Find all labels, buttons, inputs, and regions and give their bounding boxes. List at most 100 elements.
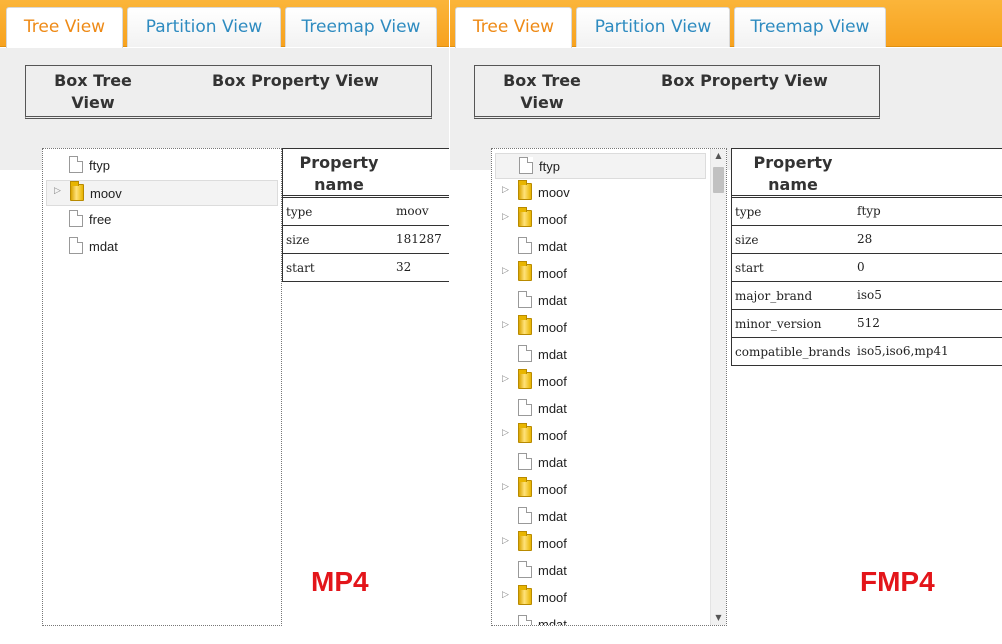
file-icon: [518, 507, 532, 524]
tree-node-moof[interactable]: ▷ moof: [495, 477, 706, 503]
file-icon: [518, 291, 532, 308]
mp4-caption: MP4: [311, 566, 369, 597]
folder-icon: [518, 369, 532, 389]
expand-arrow-icon[interactable]: ▷: [502, 482, 509, 492]
property-value: 32: [396, 260, 412, 274]
tree-node-free[interactable]: free: [46, 207, 278, 233]
box-tree-view-title-line-1: Box Tree: [54, 71, 132, 90]
file-icon: [518, 561, 532, 578]
tab-tree-view[interactable]: Tree View: [455, 7, 572, 48]
tree-node-moof[interactable]: ▷ moof: [495, 315, 706, 341]
tree-node-moof[interactable]: ▷ moof: [495, 207, 706, 233]
property-value: moov: [396, 204, 429, 218]
tree-node-mdat[interactable]: mdat: [495, 234, 706, 260]
expand-arrow-icon[interactable]: ▷: [502, 590, 509, 600]
property-rows: type ftyp size 28 start 0 major_brand iso5 minor…: [732, 198, 1002, 366]
tree-node-moof[interactable]: ▷ moof: [495, 423, 706, 449]
property-name-header: Property name: [283, 149, 449, 198]
property-row: type ftyp: [732, 198, 1002, 226]
folder-icon: [518, 585, 532, 605]
tree-node-mdat[interactable]: mdat: [46, 234, 278, 260]
expand-arrow-icon[interactable]: ▷: [502, 212, 509, 222]
tree-node-label: moof: [538, 536, 567, 551]
box-tree: ▲ ▼ ftyp ▷ moov ▷ moof mdat ▷ moof mdat ▷ moof mdat…: [491, 148, 727, 626]
tree-node-mdat[interactable]: mdat: [495, 288, 706, 314]
tree-node-label: mdat: [538, 617, 567, 626]
scroll-down-arrow-icon[interactable]: ▼: [711, 611, 726, 625]
expand-arrow-icon[interactable]: ▷: [54, 186, 61, 196]
scrollbar-thumb[interactable]: [713, 167, 724, 193]
tree-node-label: moof: [538, 320, 567, 335]
tree-node-label: moof: [538, 266, 567, 281]
tree-node-moov[interactable]: ▷ moov: [495, 180, 706, 206]
property-header-line-1: Property: [753, 153, 833, 172]
property-key: major_brand: [735, 289, 813, 303]
expand-arrow-icon[interactable]: ▷: [502, 266, 509, 276]
expand-arrow-icon[interactable]: ▷: [502, 185, 509, 195]
expand-arrow-icon[interactable]: ▷: [502, 320, 509, 330]
file-icon: [69, 156, 83, 173]
file-icon: [518, 615, 532, 625]
tree-node-mdat[interactable]: mdat: [495, 396, 706, 422]
box-tree-view-title-line-2: View: [71, 93, 115, 112]
box-tree-view-title-line-1: Box Tree: [503, 71, 581, 90]
property-table: Property name type moov size 181287 start 32: [282, 148, 449, 282]
property-value: iso5: [857, 288, 882, 302]
tree-node-label: free: [89, 212, 112, 227]
property-table: Property name type ftyp size 28 start 0 major_…: [731, 148, 1002, 366]
property-row: start 0: [732, 254, 1002, 282]
fmp4-panel: Tree View Partition View Treemap View Bo…: [450, 0, 1002, 644]
property-row: minor_version 512: [732, 310, 1002, 338]
scroll-up-arrow-icon[interactable]: ▲: [711, 149, 726, 163]
view-header-table: Box Tree View Box Property View: [25, 65, 432, 119]
tree-node-label: mdat: [538, 563, 567, 578]
file-icon: [69, 237, 83, 254]
property-key: size: [735, 233, 759, 247]
tree-node-label: mdat: [538, 347, 567, 362]
tree-node-label: mdat: [538, 239, 567, 254]
folder-icon: [518, 423, 532, 443]
tab-treemap-view[interactable]: Treemap View: [285, 7, 437, 47]
tree-node-mdat[interactable]: mdat: [495, 342, 706, 368]
mp4-panel: Tree View Partition View Treemap View Bo…: [0, 0, 449, 644]
tree-node-moof[interactable]: ▷ moof: [495, 531, 706, 557]
property-rows: type moov size 181287 start 32: [283, 198, 449, 282]
file-icon: [519, 157, 533, 174]
expand-arrow-icon[interactable]: ▷: [502, 428, 509, 438]
tree-node-label: moof: [538, 428, 567, 443]
expand-arrow-icon[interactable]: ▷: [502, 374, 509, 384]
tree-node-ftyp[interactable]: ftyp: [495, 153, 706, 179]
tree-node-moof[interactable]: ▷ moof: [495, 585, 706, 611]
property-key: compatible_brands: [735, 345, 851, 359]
tab-partition-view[interactable]: Partition View: [127, 7, 281, 47]
property-key: size: [286, 233, 310, 247]
tree-node-label: moof: [538, 212, 567, 227]
tree-scrollbar[interactable]: ▲ ▼: [710, 149, 726, 625]
tree-node-mdat[interactable]: mdat: [495, 504, 706, 530]
expand-arrow-icon[interactable]: ▷: [502, 536, 509, 546]
tree-node-label: mdat: [538, 293, 567, 308]
property-row: size 28: [732, 226, 1002, 254]
tab-tree-view[interactable]: Tree View: [6, 7, 123, 48]
box-tree-view-title-line-2: View: [520, 93, 564, 112]
view-header-table: Box Tree View Box Property View: [474, 65, 880, 119]
file-icon: [518, 453, 532, 470]
tree-node-mdat[interactable]: mdat: [495, 450, 706, 476]
property-key: minor_version: [735, 317, 822, 331]
tree-node-label: moof: [538, 482, 567, 497]
property-key: type: [735, 205, 762, 219]
property-row: start 32: [283, 254, 449, 282]
folder-icon: [518, 261, 532, 281]
tree-node-mdat[interactable]: mdat: [495, 558, 706, 584]
tree-node-label: moof: [538, 590, 567, 605]
tree-node-label: mdat: [89, 239, 118, 254]
tree-node-ftyp[interactable]: ftyp: [46, 153, 278, 179]
tab-treemap-view[interactable]: Treemap View: [734, 7, 886, 47]
tree-node-moof[interactable]: ▷ moof: [495, 261, 706, 287]
tree-node-moof[interactable]: ▷ moof: [495, 369, 706, 395]
property-header-line-2: name: [314, 175, 364, 194]
tree-node-mdat[interactable]: mdat: [495, 612, 706, 626]
tab-partition-view[interactable]: Partition View: [576, 7, 730, 47]
tree-node-label: mdat: [538, 401, 567, 416]
tree-node-moov[interactable]: ▷ moov: [46, 180, 278, 206]
